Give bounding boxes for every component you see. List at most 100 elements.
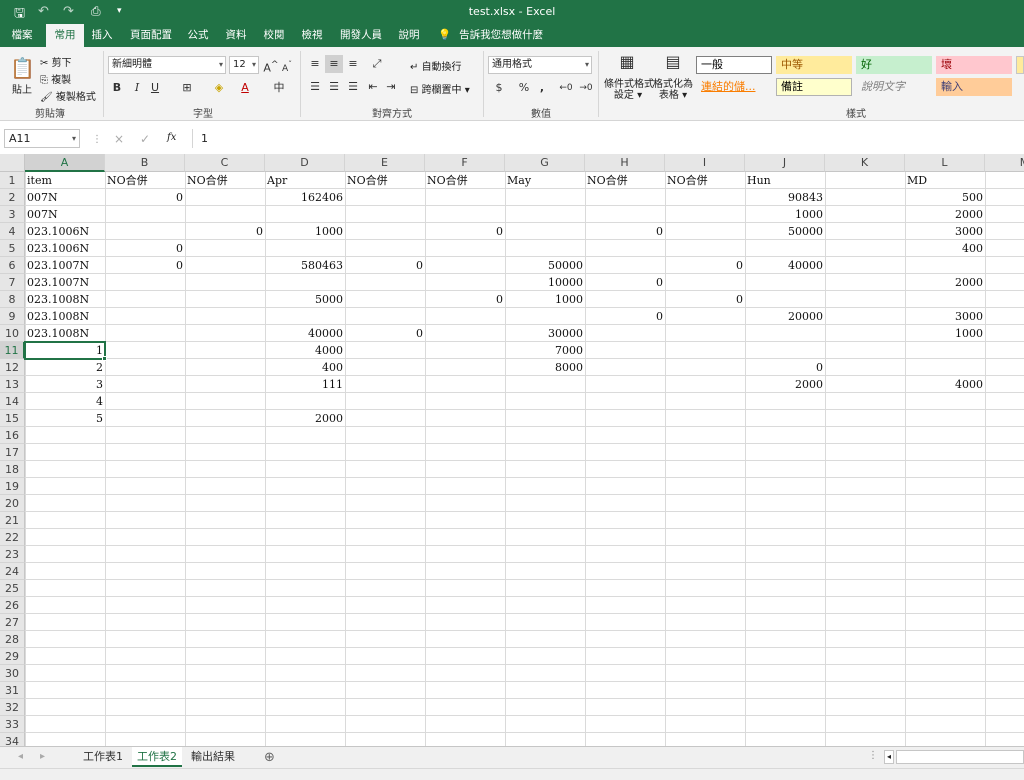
- cell-d12[interactable]: 400: [265, 359, 345, 376]
- cell-i6[interactable]: 0: [665, 257, 745, 274]
- column-header-k[interactable]: K: [825, 154, 905, 172]
- cell-b5[interactable]: 0: [105, 240, 185, 257]
- format-painter-button[interactable]: 🖌 複製格式: [40, 88, 96, 103]
- cell-j3[interactable]: 1000: [745, 206, 825, 223]
- bold-button[interactable]: B: [108, 79, 126, 97]
- cell-a2[interactable]: 007N: [25, 189, 105, 206]
- cell-f1[interactable]: NO合併: [425, 172, 505, 189]
- column-header-g[interactable]: G: [505, 154, 585, 172]
- row-header-15[interactable]: 15: [0, 410, 25, 427]
- row-header-9[interactable]: 9: [0, 308, 25, 325]
- row-header-18[interactable]: 18: [0, 461, 25, 478]
- cell-style-option[interactable]: 輸入: [936, 78, 1012, 96]
- align-right-icon[interactable]: ☰: [344, 78, 362, 96]
- cell-d10[interactable]: 40000: [265, 325, 345, 342]
- borders-icon[interactable]: ⊞: [178, 79, 196, 97]
- increase-decimal-icon[interactable]: ←0: [557, 79, 575, 97]
- cell-a9[interactable]: 023.1008N: [25, 308, 105, 325]
- cell-b2[interactable]: 0: [105, 189, 185, 206]
- cancel-icon[interactable]: ×: [114, 132, 124, 146]
- row-header-7[interactable]: 7: [0, 274, 25, 291]
- row-header-6[interactable]: 6: [0, 257, 25, 274]
- decrease-decimal-icon[interactable]: →0: [577, 79, 595, 97]
- add-sheet-button[interactable]: ⊕: [264, 750, 275, 765]
- orientation-icon[interactable]: ⤢: [368, 55, 386, 73]
- column-header-m[interactable]: M: [985, 154, 1024, 172]
- cell-e1[interactable]: NO合併: [345, 172, 425, 189]
- cell-d2[interactable]: 162406: [265, 189, 345, 206]
- cell-style-option[interactable]: 連結的儲...: [696, 78, 772, 96]
- cell-b6[interactable]: 0: [105, 257, 185, 274]
- cell-c4[interactable]: 0: [185, 223, 265, 240]
- percent-button[interactable]: %: [515, 79, 533, 97]
- row-header-21[interactable]: 21: [0, 512, 25, 529]
- name-box[interactable]: A11 ▾: [4, 129, 80, 148]
- cell-f8[interactable]: 0: [425, 291, 505, 308]
- cell-h1[interactable]: NO合併: [585, 172, 665, 189]
- row-header-4[interactable]: 4: [0, 223, 25, 240]
- fill-color-icon[interactable]: ◈: [210, 79, 228, 97]
- cut-button[interactable]: ✂ 剪下: [40, 54, 72, 69]
- sheet-tab-2[interactable]: 工作表2: [132, 747, 182, 767]
- row-header-33[interactable]: 33: [0, 716, 25, 733]
- wrap-text-button[interactable]: ↵ 自動換行: [410, 58, 462, 73]
- italic-button[interactable]: I: [128, 79, 146, 97]
- paste-icon[interactable]: 📋: [10, 55, 35, 81]
- cell-g7[interactable]: 10000: [505, 274, 585, 291]
- paste-button[interactable]: 貼上: [12, 81, 32, 96]
- next-sheet-icon[interactable]: ▸: [40, 751, 45, 762]
- cell-style-more[interactable]: [1016, 56, 1024, 74]
- tab-home[interactable]: 常用: [46, 24, 84, 47]
- cell-l5[interactable]: 400: [905, 240, 985, 257]
- tab-file[interactable]: 檔案: [4, 24, 40, 47]
- cell-b1[interactable]: NO合併: [105, 172, 185, 189]
- cell-l3[interactable]: 2000: [905, 206, 985, 223]
- cell-g6[interactable]: 50000: [505, 257, 585, 274]
- decrease-indent-icon[interactable]: ⇤: [364, 78, 382, 96]
- cell-d6[interactable]: 580463: [265, 257, 345, 274]
- cell-g11[interactable]: 7000: [505, 342, 585, 359]
- cell-g8[interactable]: 1000: [505, 291, 585, 308]
- cell-style-option[interactable]: 說明文字: [856, 78, 932, 96]
- row-header-3[interactable]: 3: [0, 206, 25, 223]
- cell-c1[interactable]: NO合併: [185, 172, 265, 189]
- sheet-tabs-splitter-icon[interactable]: ⋮: [868, 750, 878, 761]
- cell-a4[interactable]: 023.1006N: [25, 223, 105, 240]
- tab-help[interactable]: 說明: [394, 24, 424, 47]
- row-header-23[interactable]: 23: [0, 546, 25, 563]
- row-header-25[interactable]: 25: [0, 580, 25, 597]
- column-header-h[interactable]: H: [585, 154, 665, 172]
- row-header-30[interactable]: 30: [0, 665, 25, 682]
- cell-i1[interactable]: NO合併: [665, 172, 745, 189]
- cell-h7[interactable]: 0: [585, 274, 665, 291]
- insert-function-icon[interactable]: fx: [167, 132, 176, 143]
- format-as-table-button[interactable]: 格式化為 表格 ▾: [652, 79, 694, 101]
- cell-j6[interactable]: 40000: [745, 257, 825, 274]
- cell-l13[interactable]: 4000: [905, 376, 985, 393]
- column-header-c[interactable]: C: [185, 154, 265, 172]
- font-name-select[interactable]: 新細明體 ▾: [108, 56, 226, 74]
- align-middle-icon[interactable]: ≡: [325, 55, 343, 73]
- row-header-26[interactable]: 26: [0, 597, 25, 614]
- cell-l4[interactable]: 3000: [905, 223, 985, 240]
- cell-d1[interactable]: Apr: [265, 172, 345, 189]
- tab-insert[interactable]: 插入: [86, 24, 118, 47]
- cell-j1[interactable]: Hun: [745, 172, 825, 189]
- currency-button[interactable]: $: [490, 79, 508, 97]
- column-header-f[interactable]: F: [425, 154, 505, 172]
- cell-a11[interactable]: 1: [25, 342, 105, 359]
- formula-input[interactable]: 1: [192, 129, 1024, 148]
- row-header-29[interactable]: 29: [0, 648, 25, 665]
- cell-g10[interactable]: 30000: [505, 325, 585, 342]
- cell-style-option[interactable]: 壞: [936, 56, 1012, 74]
- row-header-22[interactable]: 22: [0, 529, 25, 546]
- cell-a1[interactable]: item: [25, 172, 105, 189]
- row-header-32[interactable]: 32: [0, 699, 25, 716]
- row-header-14[interactable]: 14: [0, 393, 25, 410]
- horizontal-scrollbar[interactable]: [896, 750, 1024, 764]
- cell-a7[interactable]: 023.1007N: [25, 274, 105, 291]
- cell-a13[interactable]: 3: [25, 376, 105, 393]
- cell-j4[interactable]: 50000: [745, 223, 825, 240]
- cell-i8[interactable]: 0: [665, 291, 745, 308]
- column-header-e[interactable]: E: [345, 154, 425, 172]
